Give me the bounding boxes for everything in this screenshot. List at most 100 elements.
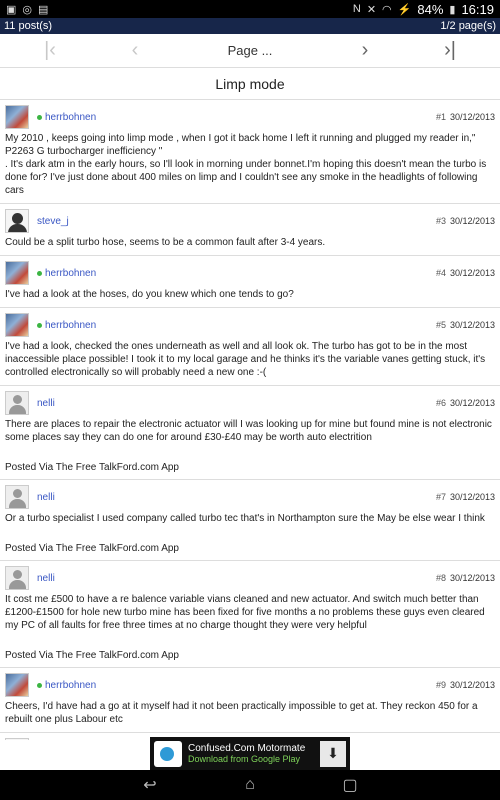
post-item[interactable]: nelli #6 30/12/2013 There are places to rep…: [0, 386, 500, 480]
post-signature: Posted Via The Free TalkFord.com App: [5, 543, 179, 554]
post-username[interactable]: herrbohnen: [45, 112, 96, 123]
post-date: 30/12/2013: [449, 320, 495, 330]
post-body: It cost me £500 to have a re balence var…: [5, 594, 485, 631]
post-meta: #5 30/12/2013: [436, 320, 495, 330]
post-body: Or a turbo specialist I used company cal…: [5, 513, 485, 524]
back-icon[interactable]: ↩: [135, 775, 165, 795]
online-status-icon: [37, 114, 42, 120]
avatar[interactable]: [5, 105, 29, 129]
posts-list[interactable]: herrbohnen #1 30/12/2013 My 2010 , keeps go…: [0, 100, 500, 740]
post-number: #6: [435, 398, 446, 408]
avatar[interactable]: [5, 391, 29, 415]
post-item[interactable]: herrbohnen #4 30/12/2013 I've had a look at…: [0, 256, 500, 308]
app-notification-icon: ▤: [38, 3, 49, 16]
post-item[interactable]: nelli #7 30/12/2013 Or a turbo specialist I…: [0, 480, 500, 561]
post-username[interactable]: herrbohnen: [45, 680, 96, 691]
system-nav-bar: ↩ ⌂ ▢: [0, 770, 500, 800]
post-number: #8: [435, 573, 446, 583]
thread-info-bar: 11 post(s) 1/2 page(s): [0, 18, 500, 34]
post-meta: #9 30/12/2013: [436, 680, 495, 690]
home-icon[interactable]: ⌂: [235, 776, 265, 794]
post-signature: Posted Via The Free TalkFord.com App: [5, 650, 179, 661]
post-username[interactable]: nelli: [37, 573, 55, 584]
nfc-icon: N: [352, 3, 361, 15]
next-page-button[interactable]: ›: [335, 39, 395, 62]
post-header: nelli #6 30/12/2013: [5, 390, 495, 416]
post-meta: #3 30/12/2013: [436, 216, 495, 226]
ad-subtitle: Download from Google Play: [188, 754, 301, 764]
post-item[interactable]: steve_j #3 30/12/2013 Could be a split turb…: [0, 204, 500, 256]
post-meta: #1 30/12/2013: [436, 112, 495, 122]
thread-title: Limp mode: [0, 68, 500, 100]
post-signature: Posted Via The Free TalkFord.com App: [5, 462, 179, 473]
post-number: #1: [435, 112, 446, 122]
post-number: #4: [435, 268, 446, 278]
page-indicator: 1/2 page(s): [440, 20, 496, 32]
wifi-icon: ◠: [382, 3, 392, 16]
post-date: 30/12/2013: [449, 268, 495, 278]
post-username[interactable]: nelli: [37, 398, 55, 409]
recent-apps-icon[interactable]: ▢: [335, 775, 365, 795]
post-date: 30/12/2013: [449, 398, 495, 408]
post-body: Cheers, I'd have had a go at it myself h…: [5, 701, 478, 725]
post-number: #9: [435, 680, 446, 690]
battery-percent: 84%: [417, 1, 444, 17]
post-body: There are places to repair the electroni…: [5, 419, 492, 443]
post-date: 30/12/2013: [449, 216, 495, 226]
system-status-bar: ▣ ◎ ▤ N ✕ ◠ ⚡ 84% ▮ 16:19: [0, 0, 500, 18]
post-meta: #7 30/12/2013: [436, 492, 495, 502]
avatar[interactable]: [5, 485, 29, 509]
last-page-button[interactable]: ›|: [420, 39, 480, 62]
ad-banner[interactable]: Confused.Com Motormate Download from Goo…: [150, 737, 350, 770]
post-date: 30/12/2013: [449, 680, 495, 690]
mute-icon: ✕: [366, 3, 377, 16]
avatar[interactable]: [5, 209, 29, 233]
post-header: nelli #7 30/12/2013: [5, 484, 495, 510]
post-body: Could be a split turbo hose, seems to be…: [5, 237, 326, 248]
post-meta: #6 30/12/2013: [436, 398, 495, 408]
signal-icon: ⚡: [397, 3, 412, 16]
post-username[interactable]: steve_j: [37, 216, 69, 227]
post-header: steve_j #3 30/12/2013: [5, 208, 495, 234]
post-item[interactable]: herrbohnen #1 30/12/2013 My 2010 , keeps go…: [0, 100, 500, 204]
page-select[interactable]: Page ...: [190, 43, 310, 58]
post-body: My 2010 , keeps going into limp mode , w…: [5, 133, 487, 196]
post-number: #3: [435, 216, 446, 226]
online-status-icon: [37, 322, 42, 328]
post-header: herrbohnen #1 30/12/2013: [5, 104, 495, 130]
post-body: I've had a look at the hoses, do you kne…: [5, 289, 294, 300]
record-notification-icon: ◎: [22, 3, 33, 16]
online-status-icon: [37, 682, 42, 688]
posts-count: 11 post(s): [4, 20, 53, 32]
avatar[interactable]: [5, 566, 29, 590]
post-number: #5: [435, 320, 446, 330]
post-header: nelli #8 30/12/2013: [5, 565, 495, 591]
post-date: 30/12/2013: [449, 492, 495, 502]
post-meta: #8 30/12/2013: [436, 573, 495, 583]
ad-title: Confused.Com Motormate: [188, 743, 306, 754]
download-icon[interactable]: ⬇: [320, 740, 346, 767]
ad-logo-icon: [154, 740, 182, 767]
post-username[interactable]: herrbohnen: [45, 268, 96, 279]
post-item[interactable]: herrbohnen #5 30/12/2013 I've had a look, c…: [0, 308, 500, 386]
post-username[interactable]: herrbohnen: [45, 320, 96, 331]
post-body: I've had a look, checked the ones undern…: [5, 341, 486, 378]
avatar[interactable]: [5, 261, 29, 285]
clock: 16:19: [461, 1, 494, 17]
avatar[interactable]: [5, 738, 29, 740]
pagination-bar: |‹ ‹ Page ... › ›|: [0, 34, 500, 68]
post-date: 30/12/2013: [449, 573, 495, 583]
post-meta: #4 30/12/2013: [436, 268, 495, 278]
online-status-icon: [37, 270, 42, 276]
post-header: herrbohnen #9 30/12/2013: [5, 672, 495, 698]
post-username[interactable]: nelli: [37, 492, 55, 503]
battery-icon: ▮: [449, 3, 456, 16]
avatar[interactable]: [5, 313, 29, 337]
first-page-button[interactable]: |‹: [20, 39, 80, 62]
avatar[interactable]: [5, 673, 29, 697]
previous-page-button[interactable]: ‹: [105, 39, 165, 62]
post-number: #7: [435, 492, 446, 502]
post-item[interactable]: nelli #8 30/12/2013 It cost me £500 to have…: [0, 561, 500, 668]
post-item[interactable]: herrbohnen #9 30/12/2013 Cheers, I'd have h…: [0, 668, 500, 733]
post-header: herrbohnen #4 30/12/2013: [5, 260, 495, 286]
